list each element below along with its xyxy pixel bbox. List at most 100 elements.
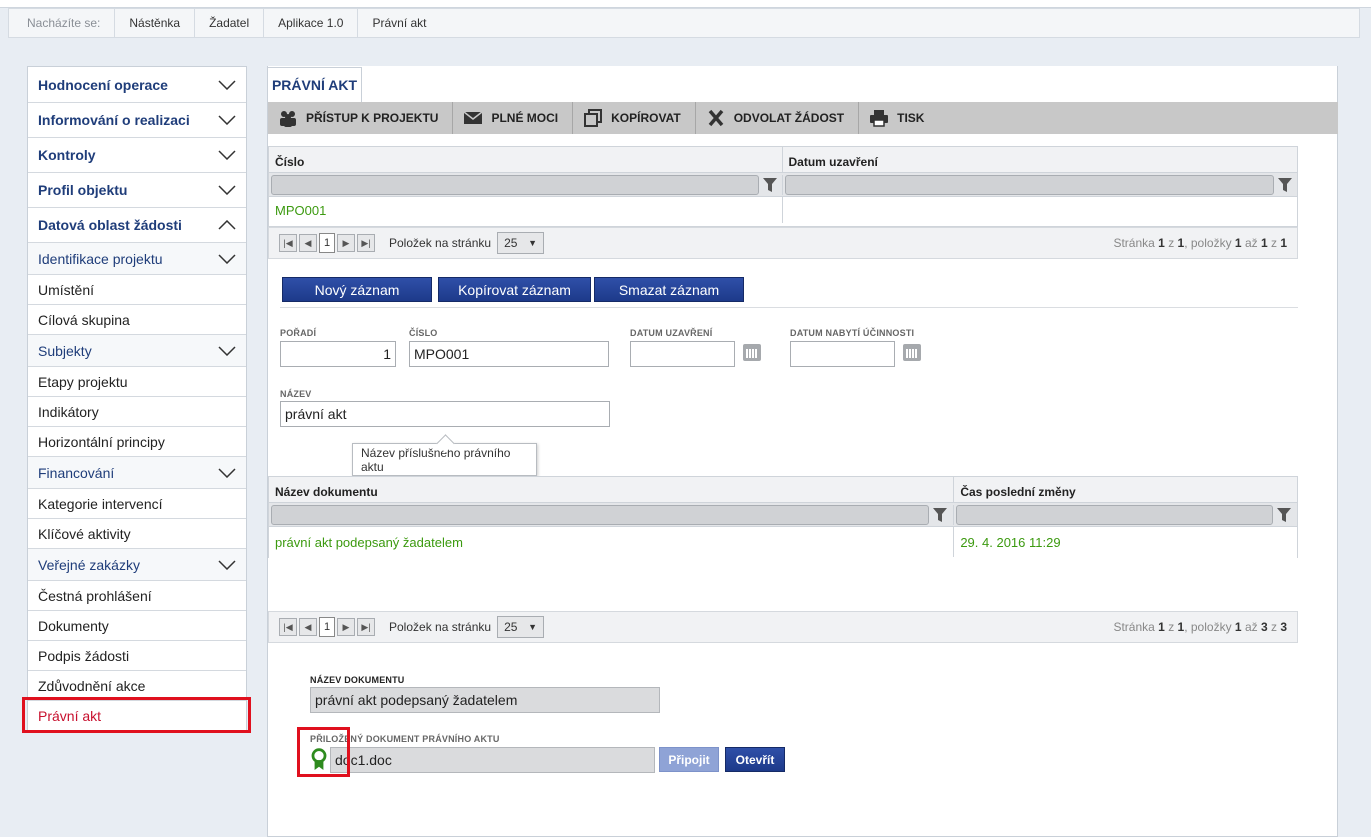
filter-icon[interactable] — [763, 177, 777, 192]
current-page[interactable]: 1 — [319, 233, 335, 253]
sidebar-item-indikatory[interactable]: Indikátory — [28, 396, 246, 426]
breadcrumb-item-dashboard[interactable]: Nástěnka — [114, 9, 194, 37]
column-header-last-change[interactable]: Čas poslední změny — [954, 477, 1297, 502]
page-info-page: 1 — [1158, 620, 1165, 634]
chevron-down-icon[interactable] — [218, 185, 236, 195]
filter-input-document-name[interactable] — [271, 504, 929, 525]
breadcrumb-item-application[interactable]: Aplikace 1.0 — [263, 9, 357, 37]
filter-icon[interactable] — [1277, 177, 1292, 192]
sidebar-item-cilova-skupina[interactable]: Cílová skupina — [28, 304, 246, 334]
sidebar-item-kategorie-intervenci[interactable]: Kategorie intervencí — [28, 488, 246, 518]
sidebar-item-identifikace-projektu[interactable]: Identifikace projektu — [28, 242, 246, 274]
sidebar-item-hodnoceni-operace[interactable]: Hodnocení operace — [28, 67, 246, 102]
sidebar-item-informovani-o-realizaci[interactable]: Informování o realizaci — [28, 102, 246, 137]
power-of-attorney-button[interactable]: PLNÉ MOCI — [453, 102, 574, 134]
sidebar-item-zduvodneni-akce[interactable]: Zdůvodnění akce — [28, 670, 246, 700]
next-page-button[interactable]: ▶ — [337, 234, 355, 252]
documents-grid-header: Název dokumentu Čas poslední změny — [269, 477, 1297, 503]
filter-icon[interactable] — [933, 507, 947, 522]
calendar-icon[interactable] — [903, 344, 921, 361]
order-label: POŘADÍ — [280, 328, 317, 338]
tooltip-text: Název příslušného právního aktu — [361, 445, 511, 474]
column-header-closed-date[interactable]: Datum uzavření — [783, 147, 1298, 172]
sidebar-item-label: Cílová skupina — [38, 311, 130, 328]
chevron-down-icon[interactable] — [218, 79, 236, 90]
sidebar-item-klicove-aktivity[interactable]: Klíčové aktivity — [28, 518, 246, 548]
cell-number[interactable]: MPO001 — [269, 197, 783, 223]
page-info-prefix: Stránka — [1113, 236, 1159, 250]
last-page-button[interactable]: ▶| — [357, 234, 375, 252]
chevron-down-icon[interactable] — [218, 150, 236, 160]
sidebar-item-kontroly[interactable]: Kontroly — [28, 137, 246, 172]
new-record-button[interactable]: Nový záznam — [282, 277, 432, 302]
acts-grid: Číslo Datum uzavření MPO001 — [268, 146, 1298, 227]
prev-page-button[interactable]: ◀ — [299, 618, 317, 636]
last-page-button[interactable]: ▶| — [357, 618, 375, 636]
effective-date-field[interactable] — [790, 341, 895, 367]
top-strip — [0, 0, 1371, 8]
sidebar-item-etapy-projektu[interactable]: Etapy projektu — [28, 366, 246, 396]
first-page-button[interactable]: |◀ — [279, 618, 297, 636]
per-page-select[interactable]: 25 ▼ — [497, 232, 545, 254]
closed-date-field[interactable] — [630, 341, 735, 367]
page-info-to: 1 — [1260, 236, 1268, 250]
filter-input-number[interactable] — [271, 174, 759, 195]
chevron-down-icon[interactable] — [218, 253, 236, 264]
copy-button[interactable]: KOPÍROVAT — [573, 102, 696, 134]
filter-input-closed-date[interactable] — [784, 174, 1274, 195]
sidebar-item-profil-objektu[interactable]: Profil objektu — [28, 172, 246, 207]
attach-button[interactable]: Připojit — [659, 747, 719, 772]
sidebar-item-podpis-zadosti[interactable]: Podpis žádosti — [28, 640, 246, 670]
calendar-icon[interactable] — [743, 344, 761, 361]
sidebar-item-horizontalni-principy[interactable]: Horizontální principy — [28, 426, 246, 456]
filter-icon[interactable] — [1277, 507, 1292, 522]
sidebar-item-verejne-zakazky[interactable]: Veřejné zakázky — [28, 548, 246, 580]
breadcrumb-lead: Nacházíte se: — [27, 16, 101, 30]
order-field[interactable]: 1 — [280, 341, 396, 367]
sidebar-item-financovani[interactable]: Financování — [28, 456, 246, 488]
withdraw-button[interactable]: ODVOLAT ŽÁDOST — [696, 102, 860, 134]
page-info: Stránka 1 z 1, položky 1 až 1 z 1 — [1113, 236, 1297, 250]
table-row[interactable]: MPO001 — [269, 197, 1297, 223]
printer-icon — [870, 110, 889, 127]
chevron-up-icon[interactable] — [218, 220, 236, 230]
access-button[interactable]: PŘÍSTUP K PROJEKTU — [268, 102, 454, 134]
print-button[interactable]: TISK — [859, 102, 938, 134]
open-button[interactable]: Otevřít — [725, 747, 785, 772]
copy-record-button[interactable]: Kopírovat záznam — [438, 277, 591, 302]
per-page-select[interactable]: 25 ▼ — [497, 616, 545, 638]
delete-record-button[interactable]: Smazat záznam — [594, 277, 744, 302]
chevron-down-icon[interactable] — [218, 467, 236, 478]
sidebar-item-datova-oblast-zadosti[interactable]: Datová oblast žádosti — [28, 207, 246, 242]
column-header-number[interactable]: Číslo — [269, 147, 783, 172]
filter-input-last-change[interactable] — [956, 504, 1274, 525]
column-header-document-name[interactable]: Název dokumentu — [269, 477, 955, 502]
current-page[interactable]: 1 — [319, 617, 335, 637]
chevron-down-icon[interactable] — [218, 559, 236, 570]
first-page-button[interactable]: |◀ — [279, 234, 297, 252]
chevron-down-icon[interactable] — [218, 345, 236, 356]
page-info-of: z — [1164, 236, 1178, 250]
cell-document-name[interactable]: právní akt podepsaný žadatelem — [269, 527, 955, 557]
name-field[interactable]: právní akt — [280, 401, 610, 427]
next-page-button[interactable]: ▶ — [337, 618, 355, 636]
sidebar-item-label: Umístění — [38, 281, 95, 298]
number-field[interactable]: MPO001 — [409, 341, 609, 367]
sidebar-item-label: Financování — [38, 464, 115, 481]
table-row[interactable]: právní akt podepsaný žadatelem 29. 4. 20… — [269, 527, 1297, 557]
name-value: právní akt — [285, 406, 347, 422]
breadcrumb-item-applicant[interactable]: Žadatel — [194, 9, 263, 37]
per-page-value: 25 — [504, 620, 518, 634]
sidebar-item-umisteni[interactable]: Umístění — [28, 274, 246, 304]
chevron-down-icon: ▼ — [528, 622, 538, 632]
chevron-down-icon[interactable] — [218, 115, 236, 125]
page-info-to-label: až — [1241, 236, 1261, 250]
prev-page-button[interactable]: ◀ — [299, 234, 317, 252]
sidebar-item-subjekty[interactable]: Subjekty — [28, 334, 246, 366]
page-info-from: 1 — [1234, 236, 1242, 250]
sidebar-item-dokumenty[interactable]: Dokumenty — [28, 610, 246, 640]
sidebar-item-cestna-prohlaseni[interactable]: Čestná prohlášení — [28, 580, 246, 610]
sidebar-item-label: Etapy projektu — [38, 373, 128, 390]
tab-pravni-akt[interactable]: PRÁVNÍ AKT — [267, 67, 362, 102]
page-info-page: 1 — [1158, 236, 1165, 250]
